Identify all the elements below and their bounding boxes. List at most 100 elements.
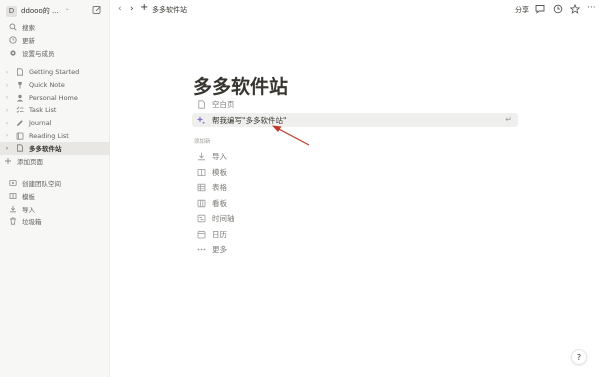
chevron-right-icon[interactable]: › (3, 82, 11, 89)
add-page-label: 添加页面 (17, 158, 43, 167)
chevron-right-icon[interactable]: › (3, 145, 11, 152)
option-label: 表格 (212, 183, 227, 192)
option-label: 看板 (212, 198, 227, 208)
top-bar: ‹ › + 多多软件站 分享 ··· (110, 0, 600, 20)
workspace-avatar: D (6, 5, 17, 17)
template-icon (8, 192, 17, 201)
option-label: 导入 (212, 152, 227, 161)
option-table[interactable]: 表格 (196, 181, 227, 194)
pin-icon (15, 81, 24, 90)
add-page-button[interactable]: 添加页面 (0, 155, 110, 168)
history-icon[interactable] (553, 4, 563, 14)
sidebar-top-nav: 搜索 更新 设置与成员 (0, 21, 110, 59)
breadcrumb[interactable]: 多多软件站 (152, 5, 187, 15)
sidebar-item-templates[interactable]: 模板 (0, 190, 110, 203)
sidebar-item-search[interactable]: 搜索 (0, 21, 110, 34)
option-label: 日历 (212, 229, 227, 239)
sidebar-item-current-page[interactable]: › 多多软件站 (0, 142, 110, 155)
sidebar-item-label: 搜索 (22, 24, 35, 33)
page-title[interactable]: 多多软件站 (193, 72, 288, 99)
clock-icon (8, 36, 17, 45)
sidebar-item-getting-started[interactable]: › Getting Started (0, 66, 110, 79)
sidebar-bottom-nav: 创建团队空间 模板 导入 垃圾箱 (0, 177, 110, 228)
sidebar-item-label: Quick Note (29, 81, 65, 90)
board-icon (196, 198, 206, 208)
sidebar-item-label: 导入 (22, 205, 35, 214)
sparkle-icon (196, 115, 206, 125)
workspace-name: ddooo的 ... (21, 7, 59, 15)
star-icon[interactable] (570, 4, 580, 14)
workspace-switcher[interactable]: D ddooo的 ... ⌃ (4, 4, 106, 18)
blank-page-option[interactable]: 空白页 (196, 98, 235, 111)
table-icon (196, 183, 206, 193)
chevron-updown-icon: ⌃ (64, 7, 70, 15)
sidebar-item-journal[interactable]: › Journal (0, 117, 110, 130)
share-button[interactable]: 分享 (515, 5, 529, 15)
option-label: 时间轴 (212, 214, 235, 223)
template-icon (196, 167, 206, 177)
sidebar-item-personal-home[interactable]: › Personal Home (0, 91, 110, 104)
sidebar-item-label: Personal Home (29, 93, 78, 102)
sidebar-item-create-teamspace[interactable]: 创建团队空间 (0, 177, 110, 190)
option-label: 模板 (212, 167, 227, 177)
calendar-icon (196, 229, 206, 239)
more-icon (196, 245, 206, 255)
ai-write-label: 帮我编写"多多软件站" (212, 115, 287, 125)
add-new-heading: 添加新 (194, 139, 211, 145)
team-icon (8, 179, 17, 188)
sidebar-item-label: 创建团队空间 (22, 180, 61, 189)
trash-icon (8, 217, 17, 226)
sidebar-item-label: Reading List (29, 131, 69, 140)
book-icon (15, 131, 24, 140)
sidebar-item-label: Task List (29, 106, 57, 115)
search-icon (8, 23, 17, 32)
sidebar-item-label: 设置与成员 (22, 49, 55, 58)
comment-icon[interactable] (535, 4, 545, 14)
option-more[interactable]: 更多 (196, 243, 227, 256)
option-import[interactable]: 导入 (196, 150, 227, 163)
option-timeline[interactable]: 时间轴 (196, 212, 235, 225)
sidebar-item-quick-note[interactable]: › Quick Note (0, 79, 110, 92)
chevron-right-icon[interactable]: › (3, 132, 11, 139)
enter-icon: ↵ (505, 115, 512, 124)
option-label: 空白页 (212, 100, 235, 109)
chevron-right-icon[interactable]: › (3, 120, 11, 127)
new-page-icon[interactable] (92, 5, 102, 15)
sidebar-item-label: Journal (29, 119, 52, 128)
page-icon (15, 68, 24, 77)
sidebar-item-label: Getting Started (29, 68, 80, 77)
sidebar-item-updates[interactable]: 更新 (0, 34, 110, 47)
option-templates[interactable]: 模板 (196, 166, 227, 179)
import-icon (8, 204, 17, 213)
option-board[interactable]: 看板 (196, 197, 227, 210)
forward-arrow-icon[interactable]: › (130, 4, 134, 14)
plus-icon (3, 157, 12, 166)
person-icon (15, 93, 24, 102)
sidebar-item-trash[interactable]: 垃圾箱 (0, 215, 110, 228)
option-calendar[interactable]: 日历 (196, 228, 227, 241)
help-button[interactable]: ? (571, 349, 587, 365)
sidebar-item-settings[interactable]: 设置与成员 (0, 46, 110, 59)
timeline-icon (196, 214, 206, 224)
page-icon (196, 100, 206, 110)
sidebar-item-label: 多多软件站 (29, 145, 62, 154)
sidebar-item-import[interactable]: 导入 (0, 202, 110, 215)
option-label: 更多 (212, 245, 227, 254)
sidebar-item-label: 模板 (22, 193, 35, 202)
chevron-right-icon[interactable]: › (3, 94, 11, 101)
sidebar: D ddooo的 ... ⌃ 搜索 更新 设置与成员 › Getting Sta… (0, 0, 110, 377)
back-arrow-icon[interactable]: ‹ (118, 4, 122, 14)
sidebar-item-reading-list[interactable]: › Reading List (0, 129, 110, 142)
checklist-icon (15, 106, 24, 115)
sidebar-pages: › Getting Started › Quick Note › Persona… (0, 66, 110, 168)
ai-write-option[interactable]: 帮我编写"多多软件站" ↵ (192, 113, 518, 127)
chevron-right-icon[interactable]: › (3, 107, 11, 114)
sidebar-item-task-list[interactable]: › Task List (0, 104, 110, 117)
pencil-icon (15, 119, 24, 128)
sidebar-item-label: 垃圾箱 (22, 218, 42, 227)
gear-icon (8, 48, 17, 57)
chevron-right-icon[interactable]: › (3, 69, 11, 76)
import-icon (196, 152, 206, 162)
more-options-icon[interactable]: ··· (587, 3, 596, 13)
plus-icon[interactable]: + (140, 2, 148, 13)
